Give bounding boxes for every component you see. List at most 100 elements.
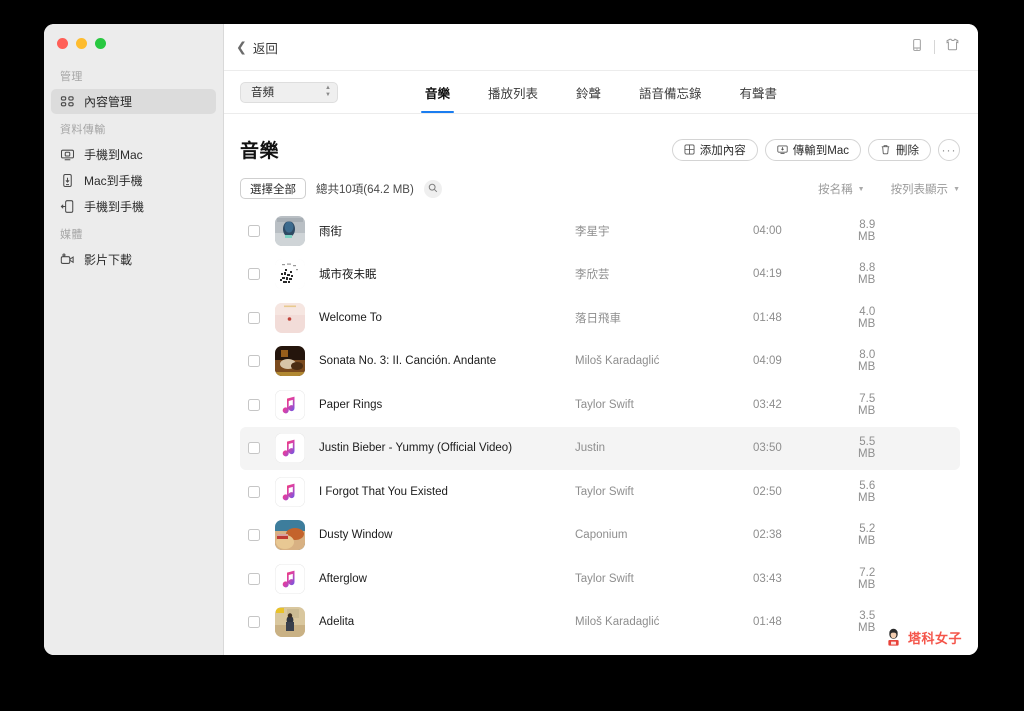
transfer-to-mac-button[interactable]: 傳輸到Mac <box>764 138 861 161</box>
sidebar-item-label: 影片下載 <box>84 253 133 267</box>
track-duration: 04:09 <box>753 355 782 368</box>
sort-by-label: 按名稱 <box>818 183 853 196</box>
track-title: Welcome To <box>319 311 382 324</box>
tab-audiobooks[interactable]: 有聲書 <box>738 71 780 113</box>
page-title: 音樂 <box>240 141 280 162</box>
maximize-button[interactable] <box>95 37 106 49</box>
row-checkbox[interactable] <box>248 355 260 368</box>
table-row[interactable]: 城市夜未眠 李欣芸 04:19 8.8 MB <box>240 253 960 297</box>
track-title: Sonata No. 3: II. Canción. Andante <box>319 355 497 368</box>
sidebar-item-phone-to-mac[interactable]: 手機到Mac <box>51 142 216 167</box>
toolbox-icon[interactable] <box>945 37 960 57</box>
track-title: Justin Bieber - Yummy (Official Video) <box>319 442 513 455</box>
source-select[interactable]: 音頻 ▲ ▼ <box>240 81 338 103</box>
track-duration: 02:38 <box>753 529 782 542</box>
page-actions: 添加內容 傳輸到Mac 刪除 ··· <box>671 138 960 161</box>
table-row[interactable]: Paper Rings Taylor Swift 03:42 7.5 MB <box>240 383 960 427</box>
table-row[interactable]: Welcome To 落日飛車 01:48 4.0 MB <box>240 296 960 340</box>
add-content-button[interactable]: 添加內容 <box>671 138 758 161</box>
track-size: 4.0 MB <box>858 305 876 330</box>
sidebar-item-mac-to-phone[interactable]: Mac到手機 <box>51 168 216 193</box>
phone-to-phone-icon <box>60 199 75 214</box>
sidebar-item-content-management[interactable]: 內容管理 <box>51 89 216 114</box>
sort-by-dropdown[interactable]: 按名稱 ▼ <box>818 181 864 197</box>
content-pane: 音樂 添加內容 傳輸到Mac 刪除 ··· 選擇全部 總共10項(64.2 MB… <box>224 114 978 655</box>
track-size: 5.6 MB <box>858 479 876 504</box>
row-checkbox[interactable] <box>248 268 260 281</box>
select-all-label: 選擇全部 <box>250 183 296 196</box>
track-size: 8.8 MB <box>858 262 876 287</box>
more-options-button[interactable]: ··· <box>938 138 960 161</box>
table-row[interactable]: Adelita Miloš Karadaglić 01:48 3.5 MB <box>240 601 960 645</box>
phone-to-mac-icon <box>60 147 75 162</box>
track-artist: Taylor Swift <box>575 485 634 498</box>
watermark-text: 塔科女子 <box>907 631 962 646</box>
album-art <box>275 389 305 420</box>
track-size: 8.9 MB <box>858 218 876 243</box>
main-area: ❮ 返回 音頻 ▲ ▼ 音樂 播放列表 鈴聲 語音備忘錄 有聲書 音樂 添加內容… <box>224 24 978 655</box>
app-window: 管理 內容管理 資料傳輸 手機到Mac Mac到手機 手機到手機 媒體 影片下載… <box>44 24 978 655</box>
view-mode-label: 按列表顯示 <box>890 183 949 196</box>
search-button[interactable] <box>423 179 442 198</box>
track-size: 5.5 MB <box>858 436 876 461</box>
row-checkbox[interactable] <box>248 529 260 542</box>
list-toolbar: 選擇全部 總共10項(64.2 MB) 按名稱 ▼ 按列表顯示 ▼ <box>240 178 960 199</box>
view-mode-dropdown[interactable]: 按列表顯示 ▼ <box>891 181 960 197</box>
toolbar-divider <box>934 40 935 54</box>
row-checkbox[interactable] <box>248 485 260 498</box>
topbar-right-icons <box>910 37 960 57</box>
close-button[interactable] <box>57 37 68 49</box>
item-count-text: 總共10項(64.2 MB) <box>316 183 414 196</box>
back-button[interactable]: ❮ 返回 <box>236 38 278 57</box>
minimize-button[interactable] <box>76 37 87 49</box>
search-icon <box>428 180 438 198</box>
table-row[interactable]: Justin Bieber - Yummy (Official Video) J… <box>240 426 960 470</box>
table-row[interactable]: I Forgot That You Existed Taylor Swift 0… <box>240 470 960 514</box>
track-artist: 落日飛車 <box>575 312 621 325</box>
track-duration: 01:48 <box>753 616 782 629</box>
track-duration: 03:42 <box>753 398 782 411</box>
tab-voice-memos[interactable]: 語音備忘錄 <box>637 71 704 113</box>
table-row[interactable]: Dusty Window Caponium 02:38 5.2 MB <box>240 514 960 558</box>
album-art <box>275 433 305 464</box>
row-checkbox[interactable] <box>248 442 260 455</box>
tab-label: 有聲書 <box>739 86 778 101</box>
album-art <box>275 346 305 377</box>
table-row[interactable]: Afterglow Taylor Swift 03:43 7.2 MB <box>240 557 960 601</box>
row-checkbox[interactable] <box>248 311 260 324</box>
tab-ringtones[interactable]: 鈴聲 <box>574 71 603 113</box>
table-row[interactable]: 雨街 李星宇 04:00 8.9 MB <box>240 209 960 253</box>
row-checkbox[interactable] <box>248 398 260 411</box>
row-checkbox[interactable] <box>248 572 260 585</box>
track-duration: 02:50 <box>753 485 782 498</box>
track-artist: 李欣芸 <box>575 269 610 282</box>
sidebar-group-label: 資料傳輸 <box>60 124 106 136</box>
table-row[interactable]: Sonata No. 3: II. Canción. Andante Miloš… <box>240 340 960 384</box>
album-art <box>275 259 305 290</box>
sidebar-item-phone-to-phone[interactable]: 手機到手機 <box>51 194 216 219</box>
track-list: 雨街 李星宇 04:00 8.9 MB 城市夜未眠 李欣芸 04:19 8.8 … <box>240 209 960 655</box>
album-art <box>275 563 305 594</box>
avatar <box>884 628 903 647</box>
track-title: Afterglow <box>319 572 367 585</box>
sidebar-item-video-download[interactable]: 影片下載 <box>51 247 216 272</box>
page-header: 音樂 添加內容 傳輸到Mac 刪除 ··· <box>240 114 960 163</box>
select-all-button[interactable]: 選擇全部 <box>240 178 306 199</box>
sidebar: 管理 內容管理 資料傳輸 手機到Mac Mac到手機 手機到手機 媒體 影片下載 <box>44 24 224 655</box>
tab-playlist[interactable]: 播放列表 <box>486 71 540 113</box>
track-duration: 03:43 <box>753 572 782 585</box>
row-checkbox[interactable] <box>248 616 260 629</box>
album-art <box>275 302 305 333</box>
tab-music[interactable]: 音樂 <box>420 71 454 113</box>
device-phone-icon[interactable] <box>910 38 924 57</box>
row-checkbox[interactable] <box>248 224 260 237</box>
trash-icon <box>880 144 891 155</box>
stepper-icon: ▲ ▼ <box>325 85 331 98</box>
track-size: 7.2 MB <box>858 566 876 591</box>
delete-button[interactable]: 刪除 <box>868 138 931 161</box>
album-art <box>275 215 305 246</box>
track-artist: Miloš Karadaglić <box>575 355 660 368</box>
source-select-value: 音頻 <box>251 87 274 99</box>
add-content-label: 添加內容 <box>699 144 746 157</box>
chevron-down-icon: ▼ <box>857 186 865 193</box>
